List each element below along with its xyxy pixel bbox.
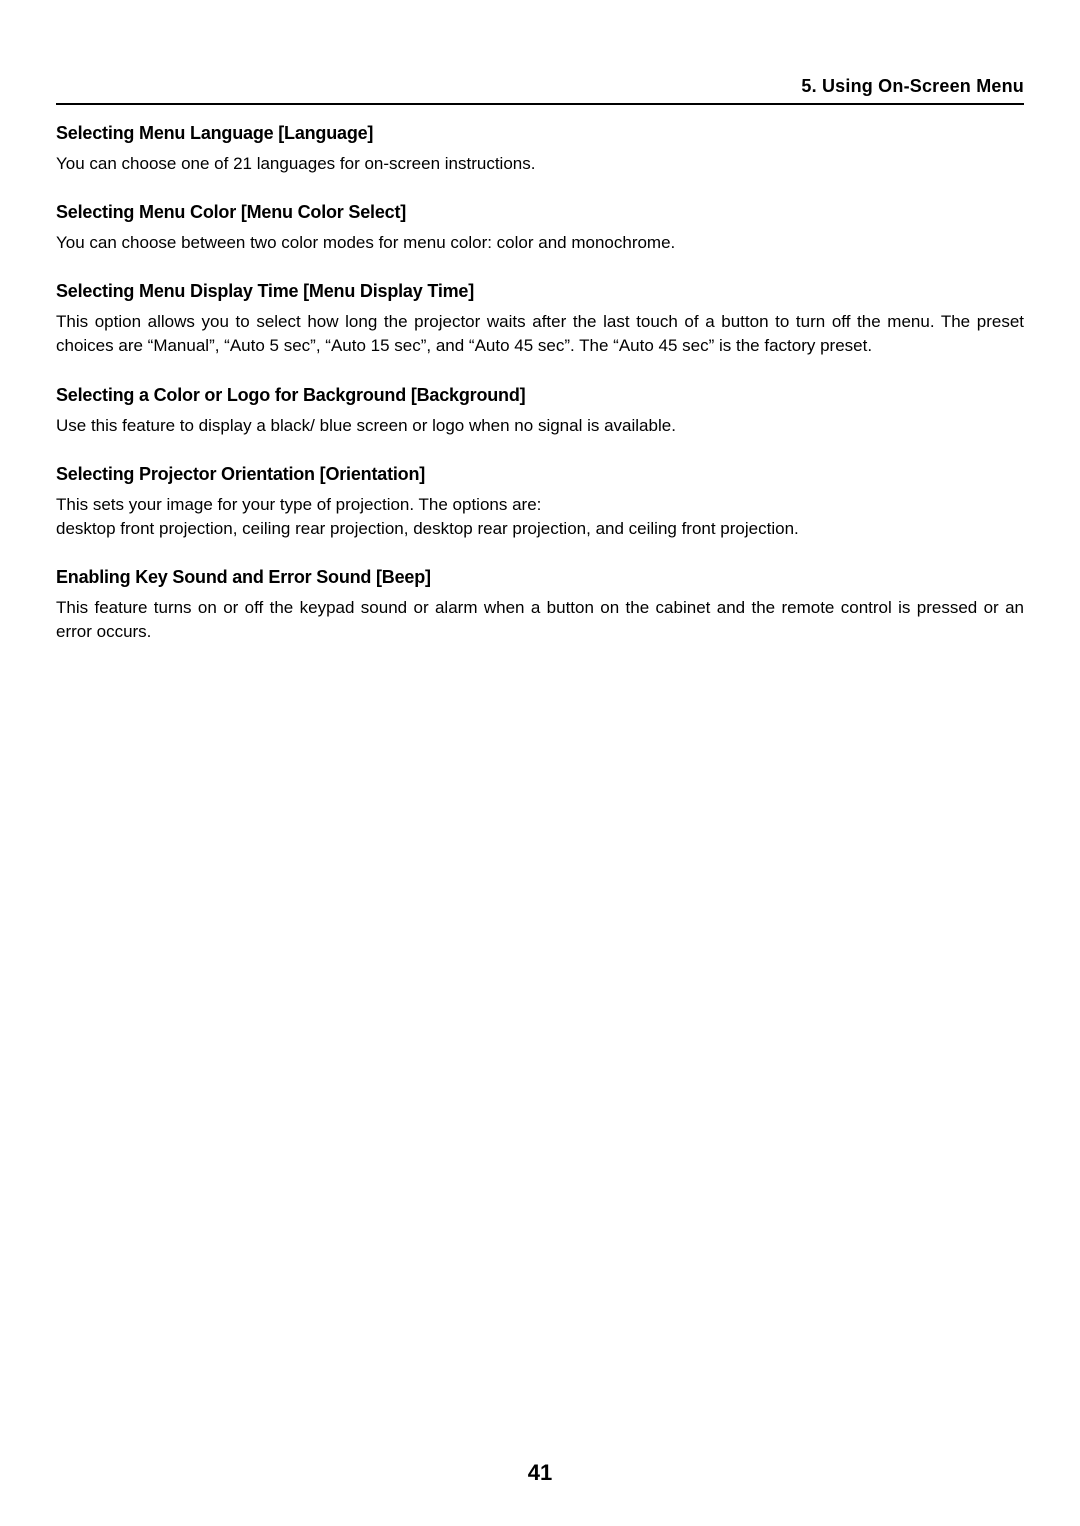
section-language: Selecting Menu Language [Language] You c… xyxy=(56,123,1024,176)
section-menu-color: Selecting Menu Color [Menu Color Select]… xyxy=(56,202,1024,255)
section-body: This feature turns on or off the keypad … xyxy=(56,596,1024,644)
section-body: You can choose between two color modes f… xyxy=(56,231,1024,255)
chapter-title: 5. Using On-Screen Menu xyxy=(801,76,1024,96)
section-body: Use this feature to display a black/ blu… xyxy=(56,414,1024,438)
section-heading: Enabling Key Sound and Error Sound [Beep… xyxy=(56,567,1024,588)
body-line: desktop front projection, ceiling rear p… xyxy=(56,517,1024,541)
document-page: 5. Using On-Screen Menu Selecting Menu L… xyxy=(0,0,1080,710)
section-beep: Enabling Key Sound and Error Sound [Beep… xyxy=(56,567,1024,644)
section-heading: Selecting Menu Display Time [Menu Displa… xyxy=(56,281,1024,302)
page-number: 41 xyxy=(0,1460,1080,1486)
section-heading: Selecting a Color or Logo for Background… xyxy=(56,385,1024,406)
section-display-time: Selecting Menu Display Time [Menu Displa… xyxy=(56,281,1024,358)
section-heading: Selecting Projector Orientation [Orienta… xyxy=(56,464,1024,485)
section-heading: Selecting Menu Language [Language] xyxy=(56,123,1024,144)
section-background: Selecting a Color or Logo for Background… xyxy=(56,385,1024,438)
section-orientation: Selecting Projector Orientation [Orienta… xyxy=(56,464,1024,541)
section-body: This sets your image for your type of pr… xyxy=(56,493,1024,541)
body-line: This sets your image for your type of pr… xyxy=(56,493,1024,517)
section-body: This option allows you to select how lon… xyxy=(56,310,1024,358)
page-header: 5. Using On-Screen Menu xyxy=(56,76,1024,105)
section-heading: Selecting Menu Color [Menu Color Select] xyxy=(56,202,1024,223)
section-body: You can choose one of 21 languages for o… xyxy=(56,152,1024,176)
